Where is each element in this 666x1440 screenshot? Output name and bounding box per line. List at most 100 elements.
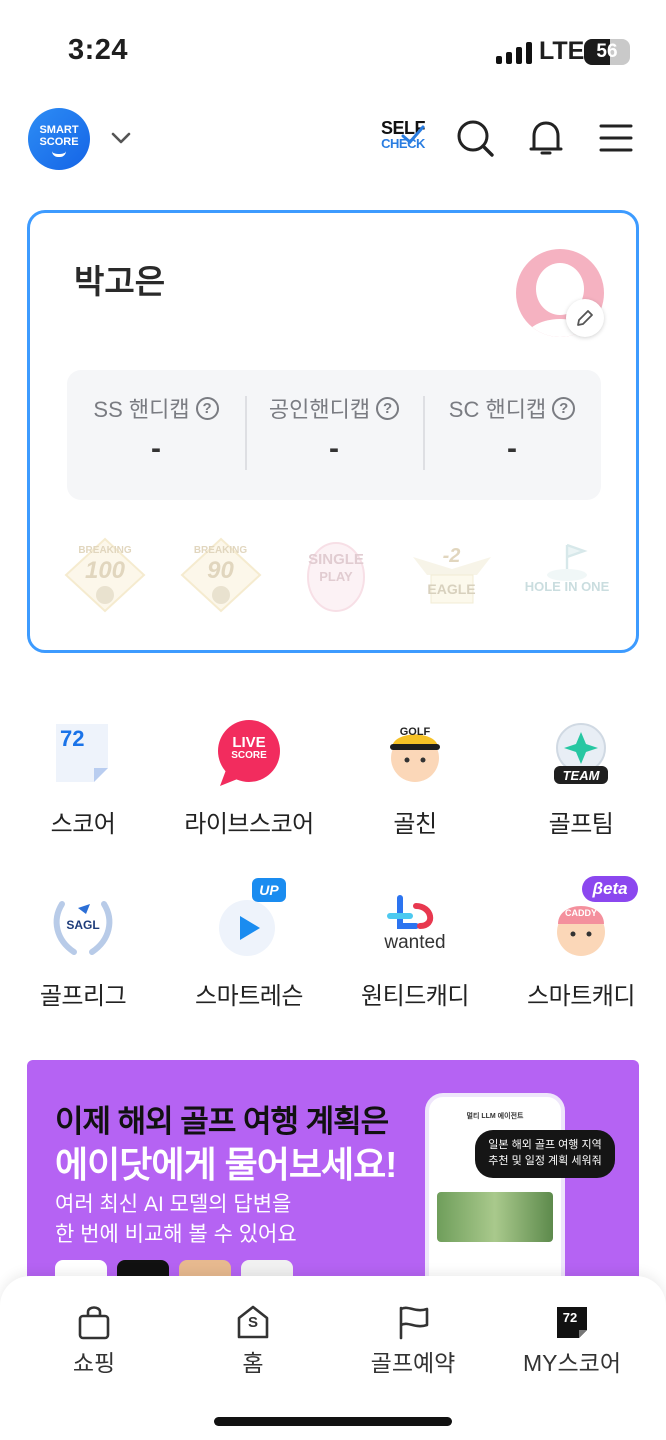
- handicap-official[interactable]: 공인핸디캡? -: [245, 370, 423, 500]
- user-name: 박고은: [74, 263, 166, 300]
- menu-golf-team[interactable]: TEAM 골프팀: [498, 718, 664, 839]
- handicap-value: -: [329, 432, 339, 465]
- nav-my-score[interactable]: 72 MY스코어: [502, 1304, 642, 1378]
- icon-text: 72: [60, 726, 85, 751]
- flag-icon: [395, 1304, 431, 1340]
- menu-smart-caddy[interactable]: CADDY βeta 스마트캐디: [498, 876, 664, 1011]
- nav-home[interactable]: S 홈: [183, 1304, 323, 1378]
- nav-label: 쇼핑: [72, 1350, 116, 1376]
- menu-label: 스마트캐디: [527, 983, 635, 1010]
- help-icon[interactable]: ?: [376, 396, 400, 420]
- nav-label: 홈: [242, 1350, 264, 1376]
- nav-label: 골프예약: [370, 1350, 456, 1376]
- network-type: LTE: [539, 37, 585, 65]
- caddy-icon: CADDY βeta: [546, 876, 638, 960]
- chat-bubble: 일본 해외 골프 여행 지역 추천 및 일정 계획 세워줘: [475, 1130, 615, 1178]
- badge-eagle[interactable]: -2 EAGLE: [407, 535, 497, 615]
- badge-breaking-100[interactable]: BREAKING 100: [60, 535, 150, 615]
- icon-text: wanted: [384, 932, 446, 953]
- status-time: 3:24: [68, 34, 129, 66]
- home-icon: S: [235, 1304, 271, 1340]
- help-icon[interactable]: ?: [195, 396, 219, 420]
- icon-text: TEAM: [562, 768, 600, 783]
- badge-text: EAGLE: [427, 581, 476, 597]
- handicap-value: -: [507, 432, 517, 465]
- banner-headline: 이제 해외 골프 여행 계획은: [55, 1104, 389, 1139]
- smart-score-logo[interactable]: SMART SCORE: [28, 108, 90, 170]
- chevron-down-icon[interactable]: [108, 125, 134, 156]
- icon-text: LIVE: [232, 734, 266, 751]
- logo-text-smart: SMART: [39, 124, 79, 136]
- menu-label: 원티드캐디: [361, 983, 469, 1010]
- badge-text: BREAKING: [193, 545, 248, 556]
- icon-text: S: [247, 1314, 258, 1331]
- live-score-icon: LIVE SCORE: [214, 718, 284, 788]
- status-bar: 3:24 LTE 56: [0, 0, 666, 100]
- badge-single-play[interactable]: SINGLE PLAY: [291, 535, 381, 615]
- phone-mockup: 멀티 LLM 에이전트: [425, 1093, 565, 1290]
- handicap-label: SC 핸디캡: [448, 397, 547, 422]
- icon-text: CADDY: [564, 908, 597, 918]
- menu-wanted-caddy[interactable]: wanted 원티드캐디: [332, 890, 498, 1011]
- icon-text: SAGL: [66, 918, 100, 932]
- achievement-badges: BREAKING 100 BREAKING 90 SINGLE PLAY -2 …: [60, 535, 612, 615]
- bubble-text: 추천 및 일정 계획 세워줘: [488, 1155, 602, 1167]
- signal-icon: [496, 42, 532, 64]
- badge-text: BREAKING: [78, 545, 132, 556]
- play-video-icon: UP: [214, 878, 286, 960]
- badge-text: PLAY: [319, 569, 353, 584]
- handicap-sc[interactable]: SC 핸디캡? -: [423, 370, 601, 500]
- banner-headline-highlight: 에이닷에게 물어보세요!: [55, 1144, 397, 1185]
- scorecard-icon: 72: [48, 718, 118, 788]
- self-check-button[interactable]: SELF CHECK: [380, 119, 426, 152]
- logo-text-score: SCORE: [39, 136, 79, 148]
- menu-label: 골프팀: [548, 811, 614, 838]
- handicap-label: SS 핸디캡: [93, 397, 190, 422]
- nav-shopping[interactable]: 쇼핑: [24, 1304, 164, 1378]
- battery-level: 56: [596, 41, 618, 62]
- help-icon[interactable]: ?: [552, 396, 576, 420]
- menu-label: 라이브스코어: [184, 811, 314, 838]
- league-laurel-icon: SAGL: [48, 890, 118, 960]
- profile-card[interactable]: 박고은 SS 핸디캡? - 공인핸디캡? - SC 핸디캡? - BREAKIN…: [27, 210, 639, 653]
- banner-subtext: 여러 최신 AI 모델의 답변을: [55, 1193, 292, 1216]
- my-score-icon: 72: [554, 1304, 590, 1340]
- badge-text: 90: [207, 557, 234, 584]
- handicap-ss[interactable]: SS 핸디캡? -: [67, 370, 245, 500]
- search-icon[interactable]: [455, 118, 495, 163]
- badge-text: -2: [442, 545, 461, 567]
- icon-text: SCORE: [231, 750, 267, 761]
- badge-text: HOLE IN ONE: [524, 579, 610, 594]
- handicap-label: 공인핸디캡: [268, 397, 371, 422]
- shopping-bag-icon: [76, 1304, 112, 1340]
- badge-breaking-90[interactable]: BREAKING 90: [176, 535, 266, 615]
- menu-smart-lesson[interactable]: UP 스마트레슨: [166, 878, 332, 1011]
- home-indicator: [214, 1417, 452, 1426]
- menu-golf-friends[interactable]: GOLF 골친: [332, 718, 498, 839]
- battery-icon: 56: [584, 39, 630, 65]
- wanted-logo-icon: wanted: [380, 890, 450, 960]
- handicap-summary: SS 핸디캡? - 공인핸디캡? - SC 핸디캡? -: [67, 370, 601, 500]
- check-icon: [401, 125, 425, 145]
- menu-score[interactable]: 72 스코어: [0, 718, 166, 839]
- menu-golf-league[interactable]: SAGL 골프리그: [0, 890, 166, 1011]
- nav-golf-booking[interactable]: 골프예약: [343, 1304, 483, 1378]
- badge-text: 100: [84, 557, 126, 584]
- nav-label: MY스코어: [523, 1350, 621, 1376]
- icon-text: 72: [562, 1310, 578, 1325]
- bell-icon[interactable]: [526, 118, 566, 163]
- promo-banner[interactable]: 이제 해외 골프 여행 계획은 에이닷에게 물어보세요! 여러 최신 AI 모델…: [27, 1060, 639, 1290]
- badge-text: SINGLE: [308, 551, 364, 568]
- badge-hole-in-one[interactable]: HOLE IN ONE: [522, 535, 612, 615]
- golf-friend-icon: GOLF: [380, 718, 450, 788]
- beta-badge: βeta: [582, 876, 638, 902]
- menu-label: 스코어: [50, 811, 116, 838]
- menu-label: 골친: [393, 811, 437, 838]
- hamburger-menu-icon[interactable]: [598, 118, 634, 163]
- edit-profile-icon[interactable]: [566, 299, 604, 337]
- menu-live-score[interactable]: LIVE SCORE 라이브스코어: [166, 718, 332, 839]
- bubble-text: 일본 해외 골프 여행 지역: [488, 1139, 602, 1151]
- up-badge: UP: [252, 878, 286, 902]
- handicap-value: -: [151, 432, 161, 465]
- icon-text: GOLF: [399, 726, 431, 738]
